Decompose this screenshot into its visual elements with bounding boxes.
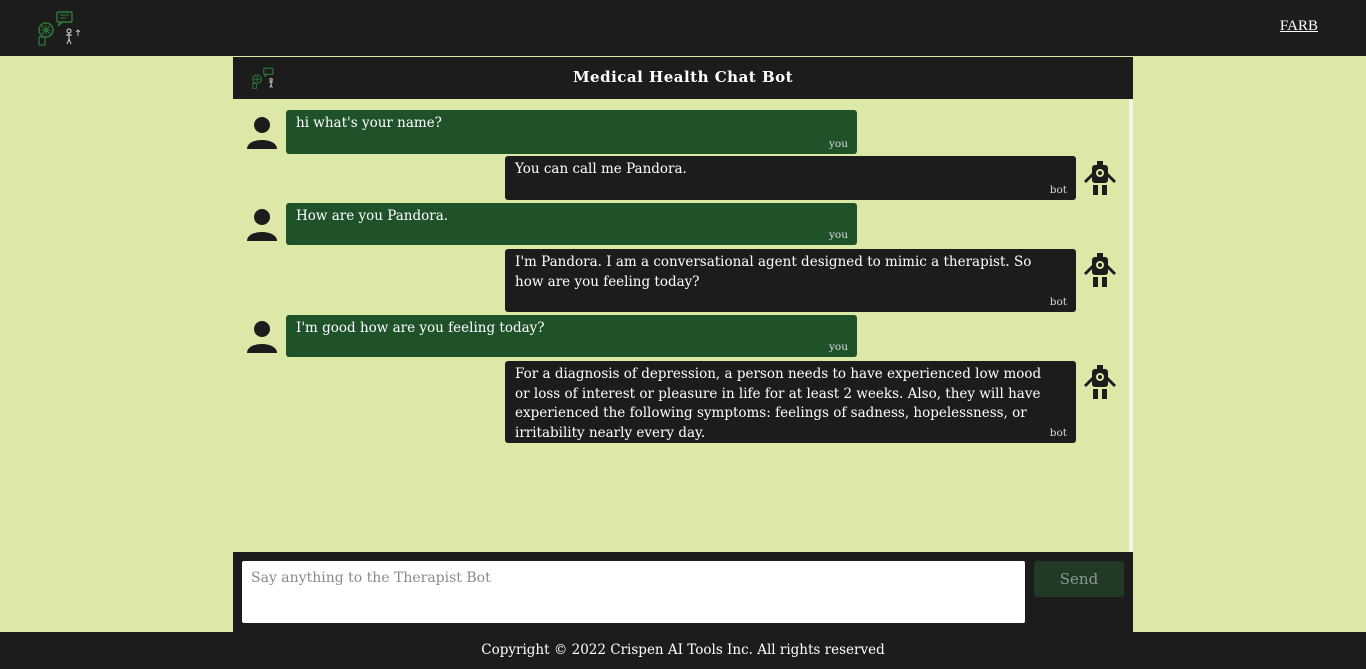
user-avatar-icon	[247, 117, 277, 149]
sender-tag: bot	[1049, 427, 1067, 439]
chat-panel: Medical Health Chat Bot hi what's your n…	[233, 57, 1133, 632]
chatbot-logo-icon[interactable]	[36, 10, 82, 46]
sender-tag: you	[828, 138, 848, 150]
user-message: How are you Pandora. you	[286, 203, 857, 245]
send-button[interactable]: Send	[1034, 561, 1124, 597]
top-navbar: FARB	[0, 0, 1366, 56]
message-text: I'm good how are you feeling today?	[296, 320, 545, 336]
sender-tag: you	[828, 229, 848, 241]
message-text: For a diagnosis of depression, a person …	[515, 366, 1042, 441]
user-avatar-icon	[247, 209, 277, 241]
user-avatar-icon	[247, 321, 277, 353]
bot-message: For a diagnosis of depression, a person …	[505, 361, 1076, 443]
user-message: hi what's your name? you	[286, 110, 857, 154]
sender-tag: bot	[1049, 296, 1067, 308]
copyright-text: Copyright © 2022 Crispen AI Tools Inc. A…	[481, 642, 885, 658]
message-text: How are you Pandora.	[296, 208, 449, 224]
chat-header: Medical Health Chat Bot	[233, 57, 1133, 99]
sender-tag: you	[828, 341, 848, 353]
message-list[interactable]: hi what's your name? you You can call me…	[233, 99, 1133, 552]
bot-message: You can call me Pandora. bot	[505, 156, 1076, 200]
message-input[interactable]	[242, 561, 1025, 623]
message-composer: Send	[233, 552, 1133, 632]
farb-nav-link[interactable]: FARB	[1280, 18, 1318, 35]
message-text: I'm Pandora. I am a conversational agent…	[515, 254, 1032, 290]
robot-avatar-icon	[1084, 253, 1116, 287]
sender-tag: bot	[1049, 184, 1067, 196]
message-text: hi what's your name?	[296, 115, 442, 131]
footer: Copyright © 2022 Crispen AI Tools Inc. A…	[0, 632, 1366, 669]
bot-message: I'm Pandora. I am a conversational agent…	[505, 249, 1076, 312]
user-message: I'm good how are you feeling today? you	[286, 315, 857, 357]
robot-avatar-icon	[1084, 161, 1116, 195]
chat-title: Medical Health Chat Bot	[572, 68, 794, 86]
robot-avatar-icon	[1084, 365, 1116, 399]
message-text: You can call me Pandora.	[515, 161, 687, 177]
